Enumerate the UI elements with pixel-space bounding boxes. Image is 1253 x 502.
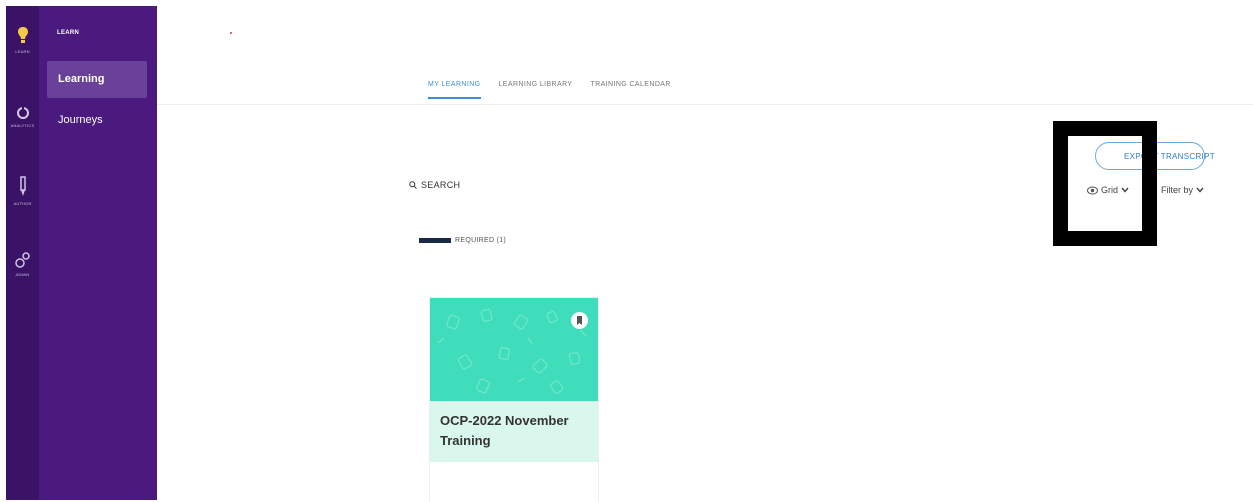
course-card[interactable]: OCP-2022 November Training [429, 297, 599, 502]
rail-item-analytics[interactable]: ANALYTICS [6, 106, 39, 128]
rail-item-author[interactable]: AUTHOR [6, 176, 39, 206]
icon-rail: LEARN ANALYTICS AUTHOR ADMIN [6, 6, 39, 500]
tab-divider [157, 104, 1253, 105]
author-pen-icon [19, 176, 26, 196]
filter-label: Filter by [1161, 185, 1194, 195]
search-button[interactable]: SEARCH [409, 180, 460, 190]
required-section-header: REQUIRED (1) [419, 237, 506, 244]
lightbulb-icon [17, 27, 28, 43]
tab-learning-library[interactable]: LEARNING LIBRARY [499, 81, 573, 99]
sidebar-item-learning[interactable]: Learning [47, 61, 147, 98]
sidebar-item-label: Journeys [58, 114, 103, 126]
rail-label: LEARN [15, 49, 30, 54]
search-label: SEARCH [421, 180, 461, 190]
sidebar-heading: LEARN [57, 30, 80, 36]
rail-label: ANALYTICS [10, 123, 35, 128]
analytics-icon [16, 106, 29, 119]
rail-item-learn[interactable]: LEARN [6, 26, 39, 54]
highlight-box [1053, 121, 1157, 246]
rail-label: AUTHOR [13, 201, 32, 206]
card-title: OCP-2022 November Training [440, 413, 569, 448]
tab-training-calendar[interactable]: TRAINING CALENDAR [590, 81, 670, 99]
tab-bar: MY LEARNING LEARNING LIBRARY TRAINING CA… [428, 81, 671, 99]
filter-dropdown[interactable]: Filter by [1161, 185, 1204, 195]
card-title-area: OCP-2022 November Training [430, 401, 598, 462]
required-label: REQUIRED (1) [455, 237, 507, 244]
sidebar-item-label: Learning [58, 73, 105, 85]
sidebar-item-journeys[interactable]: Journeys [47, 102, 147, 139]
search-icon [409, 181, 417, 189]
decorative-dot [230, 32, 232, 34]
tab-my-learning[interactable]: MY LEARNING [428, 81, 481, 99]
required-bar [419, 238, 451, 243]
chevron-down-icon [1196, 187, 1204, 193]
rail-label: ADMIN [15, 272, 30, 277]
rail-item-admin[interactable]: ADMIN [6, 251, 39, 277]
admin-gear-icon [14, 252, 30, 268]
card-banner [430, 298, 598, 401]
sidebar: LEARN Learning Journeys [39, 6, 157, 500]
card-badge-icon [571, 312, 588, 329]
